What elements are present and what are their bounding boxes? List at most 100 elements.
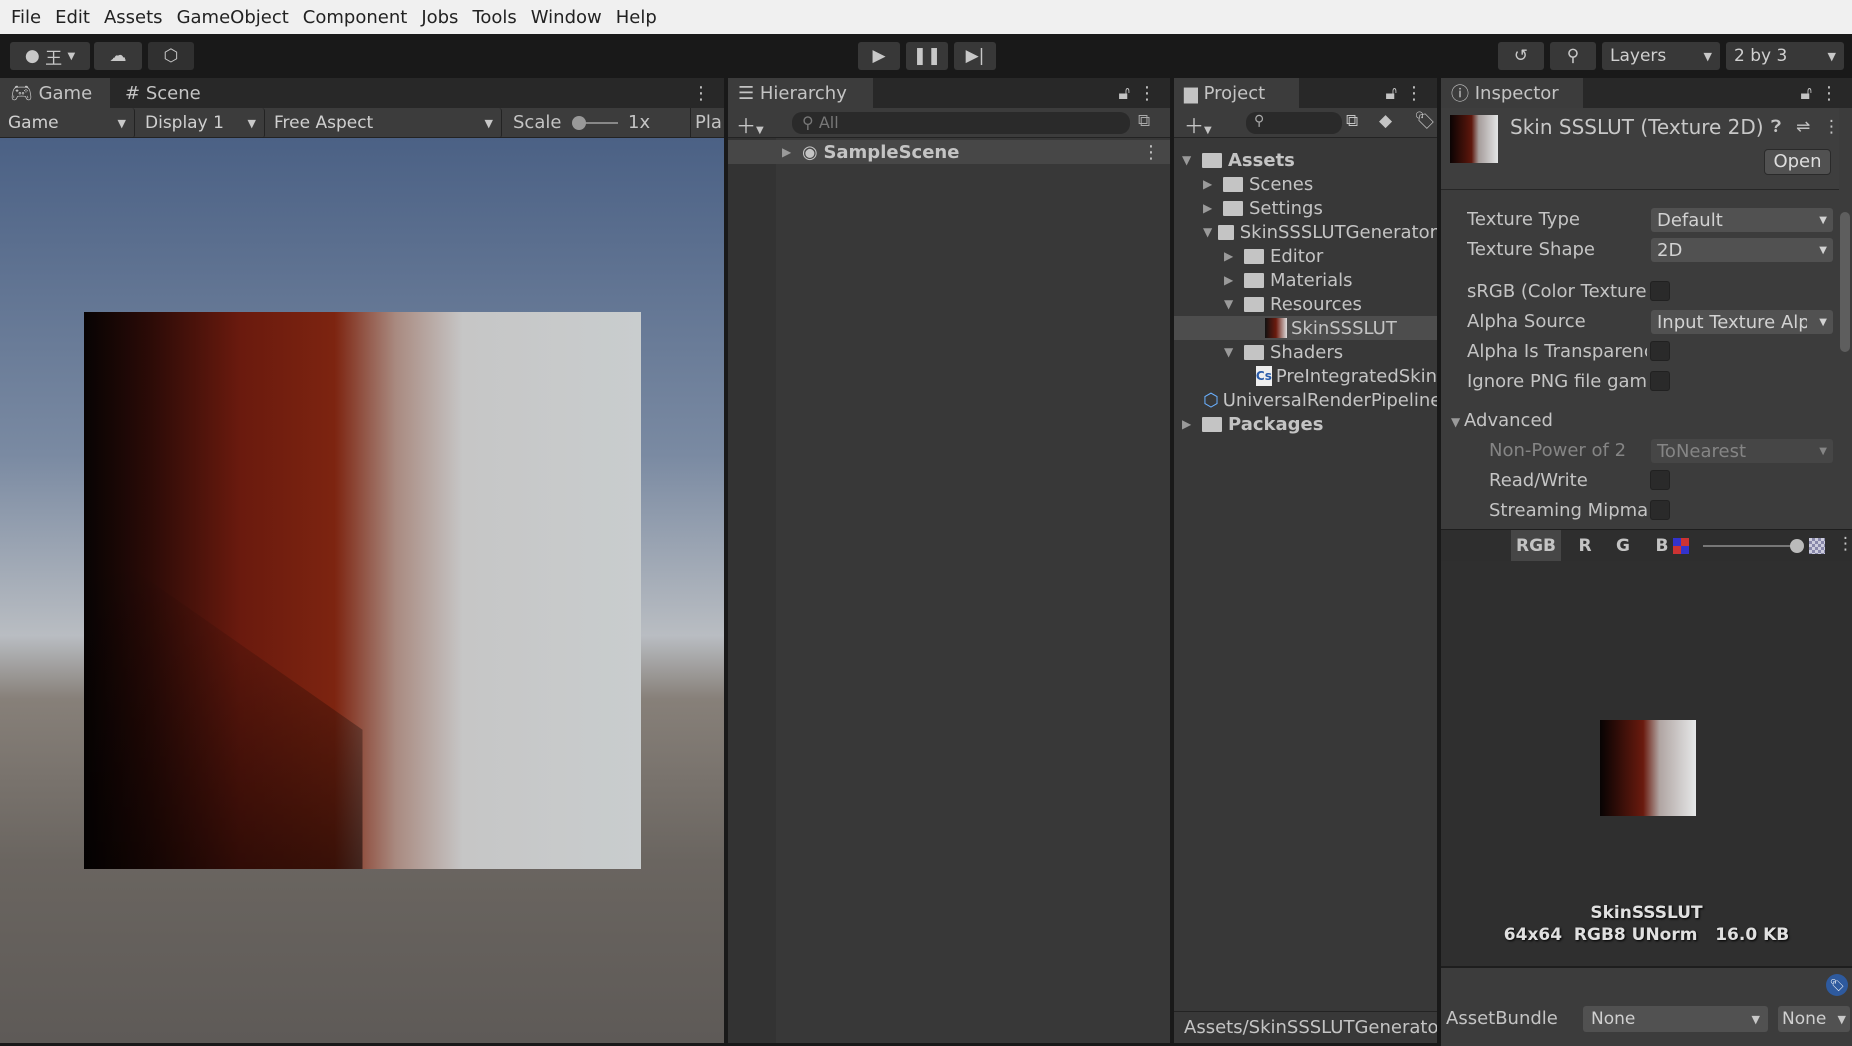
tree-item[interactable]: ▶ Settings [1174,196,1437,220]
preview-menu-icon[interactable]: ⋮ [1837,534,1852,554]
srgb-checkbox[interactable] [1650,281,1670,301]
menu-component[interactable]: Component [296,7,415,28]
tree-item[interactable]: ▶ Packages [1174,412,1437,436]
grid-icon: # [125,82,146,104]
menu-help[interactable]: Help [609,7,664,28]
create-button[interactable]: ＋▼ [1184,110,1212,139]
collapse-icon[interactable]: ▼ [1203,225,1218,239]
scale-slider[interactable] [572,116,618,130]
filter-label-icon[interactable]: 🏷︎ [1414,111,1436,131]
tree-item[interactable]: ▶ Editor [1174,244,1437,268]
tab-game[interactable]: 🎮︎ Game [0,78,110,108]
panel-menu-button[interactable]: ⋮ [1128,78,1166,108]
tab-scene[interactable]: # Scene [115,78,211,108]
ignore-png-gamma-checkbox[interactable] [1650,371,1670,391]
panel-menu-button[interactable]: ⋮ [1810,78,1848,108]
account-button[interactable]: ● 王 ▼ [10,42,90,70]
display-dropdown[interactable]: Display 1 ▼ [137,108,265,138]
tree-item-label: Assets [1228,149,1295,171]
step-button[interactable]: ▶| [954,42,996,70]
create-button[interactable]: ＋▼ [736,110,764,139]
tree-item[interactable]: ▼ Resources [1174,292,1437,316]
main-toolbar: ● 王 ▼ ☁ ⬡ ▶ ❚❚ ▶| ↺ ⚲ Layers ▼ 2 by 3 ▼ [0,34,1852,78]
game-mode-dropdown[interactable]: Game ▼ [0,108,135,138]
tree-item[interactable]: ⬡ UniversalRenderPipeline [1174,388,1437,412]
expand-icon[interactable]: ▶ [1224,273,1244,287]
help-icon[interactable]: ❓︎ [1771,117,1781,137]
assetbundle-dropdown[interactable]: None ▼ [1583,1006,1768,1032]
assetbundle-variant-dropdown[interactable]: None ▼ [1778,1006,1850,1032]
project-panel: ▆ Project 🔓︎ ⋮ ＋▼ ⚲ ⧉ ◆ 🏷︎ ▼ Assets ▶ Scene… [1174,78,1437,1043]
checker-icon[interactable] [1809,538,1825,554]
search-mode-icon[interactable]: ⧉ [1346,111,1358,131]
tree-item-label: Packages [1228,413,1324,435]
tree-item[interactable]: ▶ Scenes [1174,172,1437,196]
label-tag-icon[interactable]: 🏷︎ [1826,974,1848,996]
layout-dropdown[interactable]: 2 by 3 ▼ [1726,42,1844,70]
tree-item[interactable]: ▼ Assets [1174,148,1437,172]
tree-item-label: PreIntegratedSkin [1275,365,1437,387]
tab-project[interactable]: ▆ Project [1174,78,1299,108]
channel-r-button[interactable]: R [1567,530,1603,562]
hierarchy-search-input[interactable]: ⚲ All [792,112,1130,134]
filter-type-icon[interactable]: ◆ [1379,111,1392,131]
play-focus-dropdown[interactable]: Pla [690,108,726,138]
collapse-icon[interactable]: ▼ [1224,297,1244,311]
menu-file[interactable]: File [4,7,48,28]
collab-icon: ⬡ [163,46,179,66]
game-viewport[interactable] [0,138,724,1043]
tab-inspector[interactable]: ⓘ Inspector [1441,78,1583,108]
read-write-checkbox[interactable] [1650,470,1670,490]
step-icon: ▶| [965,46,985,66]
cloud-button[interactable]: ☁ [94,42,142,70]
alpha-toggle-icon[interactable] [1673,538,1689,554]
search-mode-icon[interactable]: ⧉ [1138,111,1150,131]
scene-row[interactable]: ▶ ◉ SampleScene ⋮ [728,140,1170,164]
scene-menu-icon[interactable]: ⋮ [1142,142,1160,163]
tab-hierarchy[interactable]: ☰ Hierarchy [728,78,873,108]
tree-item[interactable]: ▼ Shaders [1174,340,1437,364]
open-button[interactable]: Open [1764,149,1831,175]
project-search-input[interactable]: ⚲ [1246,112,1342,134]
collapse-icon[interactable]: ▼ [1224,345,1244,359]
menu-window[interactable]: Window [524,7,609,28]
alpha-source-dropdown[interactable]: Input Texture Alpha▼ [1651,310,1833,334]
panel-menu-button[interactable]: ⋮ [682,78,720,108]
texture-shape-dropdown[interactable]: 2D ▼ [1651,238,1833,262]
pause-button[interactable]: ❚❚ [906,42,948,70]
tree-item[interactable]: Cs PreIntegratedSkin [1174,364,1437,388]
undo-history-button[interactable]: ↺ [1498,42,1544,70]
streaming-mipmaps-checkbox[interactable] [1650,500,1670,520]
advanced-foldout[interactable]: ▼ Advanced [1451,410,1553,431]
tree-item[interactable]: ▶ Materials [1174,268,1437,292]
alpha-is-transparency-checkbox[interactable] [1650,341,1670,361]
aspect-dropdown[interactable]: Free Aspect ▼ [266,108,502,138]
menu-edit[interactable]: Edit [48,7,97,28]
channel-g-button[interactable]: G [1605,530,1641,562]
menu-assets[interactable]: Assets [97,7,170,28]
play-icon: ▶ [872,46,886,66]
menu-tools[interactable]: Tools [465,7,523,28]
non-power-of-2-dropdown[interactable]: ToNearest ▼ [1651,439,1833,463]
channel-rgb-button[interactable]: RGB [1511,530,1561,562]
expand-icon[interactable]: ▶ [1203,201,1223,215]
layers-dropdown[interactable]: Layers ▼ [1602,42,1720,70]
collab-button[interactable]: ⬡ [148,42,194,70]
expand-icon[interactable]: ▶ [782,145,802,159]
search-button[interactable]: ⚲ [1550,42,1596,70]
play-button[interactable]: ▶ [858,42,900,70]
expand-icon[interactable]: ▶ [1224,249,1244,263]
tree-item-label: Resources [1270,293,1362,315]
expand-icon[interactable]: ▶ [1203,177,1223,191]
menu-gameobject[interactable]: GameObject [170,7,296,28]
context-menu-icon[interactable]: ⋮ [1823,117,1840,137]
collapse-icon[interactable]: ▼ [1182,153,1202,167]
mip-slider[interactable] [1703,539,1804,553]
tree-item[interactable]: SkinSSSLUT [1174,316,1437,340]
tree-item[interactable]: ▼ SkinSSSLUTGenerator [1174,220,1437,244]
expand-icon[interactable]: ▶ [1182,417,1202,431]
menu-jobs[interactable]: Jobs [414,7,465,28]
panel-menu-button[interactable]: ⋮ [1395,78,1433,108]
presets-icon[interactable]: ⇌ [1796,117,1810,137]
texture-type-dropdown[interactable]: Default ▼ [1651,208,1833,232]
